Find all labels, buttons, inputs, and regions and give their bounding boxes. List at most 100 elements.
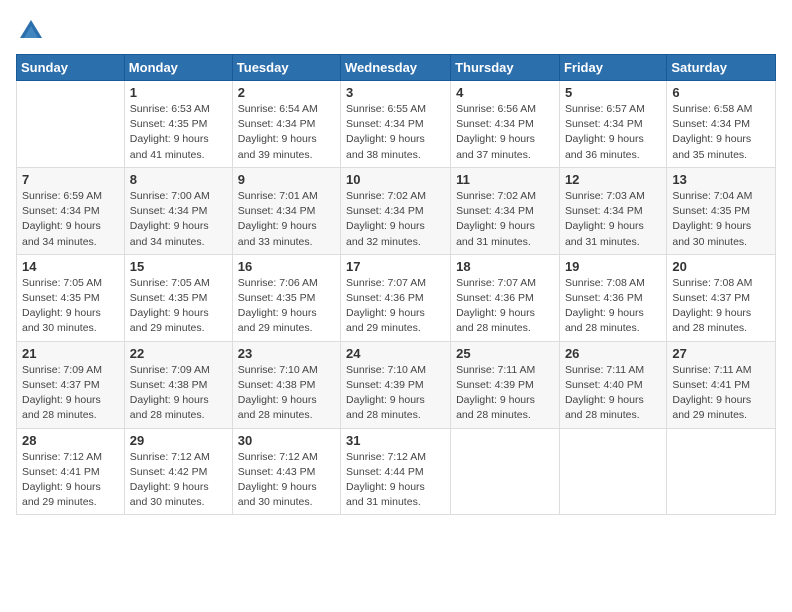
- day-number: 17: [346, 259, 445, 274]
- day-info: Sunrise: 6:55 AMSunset: 4:34 PMDaylight:…: [346, 102, 445, 163]
- calendar-cell: 16 Sunrise: 7:06 AMSunset: 4:35 PMDaylig…: [232, 254, 340, 341]
- day-number: 9: [238, 172, 335, 187]
- day-number: 12: [565, 172, 661, 187]
- page-header: [16, 16, 776, 46]
- day-info: Sunrise: 6:57 AMSunset: 4:34 PMDaylight:…: [565, 102, 661, 163]
- day-number: 7: [22, 172, 119, 187]
- day-number: 14: [22, 259, 119, 274]
- logo: [16, 16, 50, 46]
- day-info: Sunrise: 7:12 AMSunset: 4:43 PMDaylight:…: [238, 450, 335, 511]
- calendar-week-row: 21 Sunrise: 7:09 AMSunset: 4:37 PMDaylig…: [17, 341, 776, 428]
- day-info: Sunrise: 7:08 AMSunset: 4:36 PMDaylight:…: [565, 276, 661, 337]
- day-number: 23: [238, 346, 335, 361]
- day-number: 20: [672, 259, 770, 274]
- col-header-tuesday: Tuesday: [232, 55, 340, 81]
- calendar-cell: 27 Sunrise: 7:11 AMSunset: 4:41 PMDaylig…: [667, 341, 776, 428]
- calendar-cell: 14 Sunrise: 7:05 AMSunset: 4:35 PMDaylig…: [17, 254, 125, 341]
- calendar-cell: 21 Sunrise: 7:09 AMSunset: 4:37 PMDaylig…: [17, 341, 125, 428]
- day-number: 11: [456, 172, 554, 187]
- day-info: Sunrise: 7:12 AMSunset: 4:42 PMDaylight:…: [130, 450, 227, 511]
- calendar-cell: 24 Sunrise: 7:10 AMSunset: 4:39 PMDaylig…: [341, 341, 451, 428]
- calendar-cell: 23 Sunrise: 7:10 AMSunset: 4:38 PMDaylig…: [232, 341, 340, 428]
- calendar-cell: 2 Sunrise: 6:54 AMSunset: 4:34 PMDayligh…: [232, 81, 340, 168]
- day-info: Sunrise: 7:07 AMSunset: 4:36 PMDaylight:…: [456, 276, 554, 337]
- day-info: Sunrise: 7:00 AMSunset: 4:34 PMDaylight:…: [130, 189, 227, 250]
- calendar-cell: 20 Sunrise: 7:08 AMSunset: 4:37 PMDaylig…: [667, 254, 776, 341]
- day-info: Sunrise: 7:02 AMSunset: 4:34 PMDaylight:…: [456, 189, 554, 250]
- calendar-cell: [667, 428, 776, 515]
- calendar-cell: 3 Sunrise: 6:55 AMSunset: 4:34 PMDayligh…: [341, 81, 451, 168]
- day-info: Sunrise: 7:12 AMSunset: 4:41 PMDaylight:…: [22, 450, 119, 511]
- day-number: 16: [238, 259, 335, 274]
- day-info: Sunrise: 7:05 AMSunset: 4:35 PMDaylight:…: [130, 276, 227, 337]
- calendar-cell: 9 Sunrise: 7:01 AMSunset: 4:34 PMDayligh…: [232, 167, 340, 254]
- day-number: 4: [456, 85, 554, 100]
- day-number: 5: [565, 85, 661, 100]
- day-info: Sunrise: 7:08 AMSunset: 4:37 PMDaylight:…: [672, 276, 770, 337]
- calendar-header-row: SundayMondayTuesdayWednesdayThursdayFrid…: [17, 55, 776, 81]
- col-header-saturday: Saturday: [667, 55, 776, 81]
- calendar-cell: 1 Sunrise: 6:53 AMSunset: 4:35 PMDayligh…: [124, 81, 232, 168]
- day-number: 1: [130, 85, 227, 100]
- day-number: 28: [22, 433, 119, 448]
- day-info: Sunrise: 7:09 AMSunset: 4:37 PMDaylight:…: [22, 363, 119, 424]
- day-number: 3: [346, 85, 445, 100]
- day-info: Sunrise: 7:03 AMSunset: 4:34 PMDaylight:…: [565, 189, 661, 250]
- calendar-table: SundayMondayTuesdayWednesdayThursdayFrid…: [16, 54, 776, 515]
- calendar-cell: 15 Sunrise: 7:05 AMSunset: 4:35 PMDaylig…: [124, 254, 232, 341]
- day-info: Sunrise: 7:06 AMSunset: 4:35 PMDaylight:…: [238, 276, 335, 337]
- col-header-monday: Monday: [124, 55, 232, 81]
- day-info: Sunrise: 7:05 AMSunset: 4:35 PMDaylight:…: [22, 276, 119, 337]
- col-header-wednesday: Wednesday: [341, 55, 451, 81]
- calendar-cell: [17, 81, 125, 168]
- calendar-cell: 26 Sunrise: 7:11 AMSunset: 4:40 PMDaylig…: [559, 341, 666, 428]
- logo-icon: [16, 16, 46, 46]
- day-info: Sunrise: 6:53 AMSunset: 4:35 PMDaylight:…: [130, 102, 227, 163]
- calendar-cell: 29 Sunrise: 7:12 AMSunset: 4:42 PMDaylig…: [124, 428, 232, 515]
- day-info: Sunrise: 7:11 AMSunset: 4:40 PMDaylight:…: [565, 363, 661, 424]
- day-info: Sunrise: 7:02 AMSunset: 4:34 PMDaylight:…: [346, 189, 445, 250]
- calendar-cell: 12 Sunrise: 7:03 AMSunset: 4:34 PMDaylig…: [559, 167, 666, 254]
- calendar-cell: 28 Sunrise: 7:12 AMSunset: 4:41 PMDaylig…: [17, 428, 125, 515]
- day-number: 10: [346, 172, 445, 187]
- calendar-cell: 7 Sunrise: 6:59 AMSunset: 4:34 PMDayligh…: [17, 167, 125, 254]
- day-number: 2: [238, 85, 335, 100]
- calendar-week-row: 28 Sunrise: 7:12 AMSunset: 4:41 PMDaylig…: [17, 428, 776, 515]
- col-header-thursday: Thursday: [451, 55, 560, 81]
- calendar-cell: 4 Sunrise: 6:56 AMSunset: 4:34 PMDayligh…: [451, 81, 560, 168]
- day-number: 25: [456, 346, 554, 361]
- day-number: 29: [130, 433, 227, 448]
- day-number: 19: [565, 259, 661, 274]
- col-header-friday: Friday: [559, 55, 666, 81]
- day-info: Sunrise: 7:11 AMSunset: 4:41 PMDaylight:…: [672, 363, 770, 424]
- day-info: Sunrise: 6:59 AMSunset: 4:34 PMDaylight:…: [22, 189, 119, 250]
- day-info: Sunrise: 6:58 AMSunset: 4:34 PMDaylight:…: [672, 102, 770, 163]
- day-number: 15: [130, 259, 227, 274]
- day-number: 21: [22, 346, 119, 361]
- calendar-week-row: 14 Sunrise: 7:05 AMSunset: 4:35 PMDaylig…: [17, 254, 776, 341]
- day-number: 6: [672, 85, 770, 100]
- calendar-cell: 10 Sunrise: 7:02 AMSunset: 4:34 PMDaylig…: [341, 167, 451, 254]
- day-number: 22: [130, 346, 227, 361]
- calendar-cell: 8 Sunrise: 7:00 AMSunset: 4:34 PMDayligh…: [124, 167, 232, 254]
- calendar-cell: 18 Sunrise: 7:07 AMSunset: 4:36 PMDaylig…: [451, 254, 560, 341]
- calendar-cell: 25 Sunrise: 7:11 AMSunset: 4:39 PMDaylig…: [451, 341, 560, 428]
- day-info: Sunrise: 7:10 AMSunset: 4:39 PMDaylight:…: [346, 363, 445, 424]
- day-number: 24: [346, 346, 445, 361]
- day-number: 8: [130, 172, 227, 187]
- calendar-cell: [451, 428, 560, 515]
- day-number: 26: [565, 346, 661, 361]
- day-number: 27: [672, 346, 770, 361]
- day-info: Sunrise: 6:56 AMSunset: 4:34 PMDaylight:…: [456, 102, 554, 163]
- col-header-sunday: Sunday: [17, 55, 125, 81]
- day-info: Sunrise: 6:54 AMSunset: 4:34 PMDaylight:…: [238, 102, 335, 163]
- calendar-cell: 11 Sunrise: 7:02 AMSunset: 4:34 PMDaylig…: [451, 167, 560, 254]
- calendar-cell: 13 Sunrise: 7:04 AMSunset: 4:35 PMDaylig…: [667, 167, 776, 254]
- calendar-week-row: 7 Sunrise: 6:59 AMSunset: 4:34 PMDayligh…: [17, 167, 776, 254]
- calendar-cell: 5 Sunrise: 6:57 AMSunset: 4:34 PMDayligh…: [559, 81, 666, 168]
- calendar-cell: 6 Sunrise: 6:58 AMSunset: 4:34 PMDayligh…: [667, 81, 776, 168]
- day-info: Sunrise: 7:10 AMSunset: 4:38 PMDaylight:…: [238, 363, 335, 424]
- calendar-cell: 31 Sunrise: 7:12 AMSunset: 4:44 PMDaylig…: [341, 428, 451, 515]
- day-info: Sunrise: 7:01 AMSunset: 4:34 PMDaylight:…: [238, 189, 335, 250]
- day-info: Sunrise: 7:11 AMSunset: 4:39 PMDaylight:…: [456, 363, 554, 424]
